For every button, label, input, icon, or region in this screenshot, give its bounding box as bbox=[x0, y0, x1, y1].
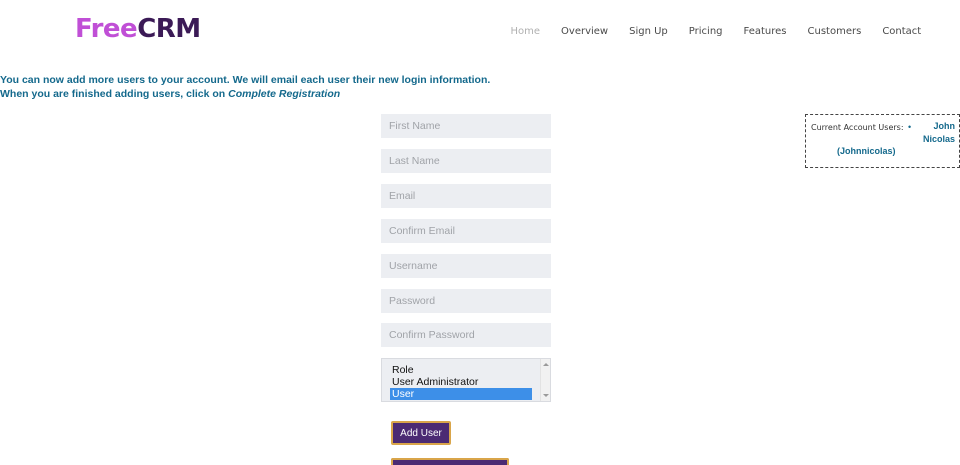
nav-signup-link[interactable]: Sign Up bbox=[619, 26, 679, 37]
confirm-password-field[interactable] bbox=[381, 323, 551, 347]
role-options: Role User Administrator User bbox=[390, 364, 532, 400]
intro-line-2-prefix: When you are finished adding users, clic… bbox=[0, 88, 229, 100]
current-account-users-panel: Current Account Users: • John Nicolas (J… bbox=[805, 114, 960, 168]
intro-message: You can now add more users to your accou… bbox=[0, 73, 490, 101]
nav-home-link[interactable]: Home bbox=[500, 26, 551, 37]
intro-line-2: When you are finished adding users, clic… bbox=[0, 87, 490, 101]
logo-crm-text: CRM bbox=[137, 14, 201, 44]
add-user-button[interactable]: Add User bbox=[391, 421, 451, 445]
nav-overview-link[interactable]: Overview bbox=[551, 26, 619, 37]
email-field[interactable] bbox=[381, 184, 551, 208]
complete-registration-emphasis: Complete Registration bbox=[228, 88, 341, 100]
bullet-icon: • bbox=[908, 122, 912, 132]
current-users-label: Current Account Users: bbox=[811, 123, 904, 132]
role-option-user-administrator[interactable]: User Administrator bbox=[390, 376, 532, 388]
top-nav: Home Overview Sign Up Pricing Features C… bbox=[500, 26, 932, 37]
logo-free-text: Free bbox=[75, 14, 138, 44]
user-first-name: John bbox=[933, 121, 956, 131]
user-name: John Nicolas bbox=[915, 120, 955, 146]
password-field[interactable] bbox=[381, 289, 551, 313]
role-option-placeholder[interactable]: Role bbox=[390, 364, 532, 376]
first-name-field[interactable] bbox=[381, 114, 551, 138]
scroll-down-arrow-icon[interactable] bbox=[543, 394, 549, 397]
role-select[interactable]: Role User Administrator User bbox=[381, 358, 551, 402]
username-field[interactable] bbox=[381, 254, 551, 278]
complete-registration-button[interactable] bbox=[391, 458, 509, 465]
intro-line-1: You can now add more users to your accou… bbox=[0, 74, 491, 86]
user-last-name: Nicolas bbox=[922, 134, 955, 144]
freecrm-logo[interactable]: FreeCRM bbox=[75, 14, 201, 44]
role-option-user[interactable]: User bbox=[390, 388, 532, 400]
nav-customers-link[interactable]: Customers bbox=[797, 26, 872, 37]
nav-features-link[interactable]: Features bbox=[733, 26, 797, 37]
nav-contact-link[interactable]: Contact bbox=[872, 26, 932, 37]
confirm-email-field[interactable] bbox=[381, 219, 551, 243]
user-username: (Johnnicolas) bbox=[837, 146, 896, 156]
last-name-field[interactable] bbox=[381, 149, 551, 173]
role-select-scrollbar[interactable] bbox=[540, 359, 550, 401]
scroll-up-arrow-icon[interactable] bbox=[543, 363, 549, 366]
nav-pricing-link[interactable]: Pricing bbox=[678, 26, 733, 37]
